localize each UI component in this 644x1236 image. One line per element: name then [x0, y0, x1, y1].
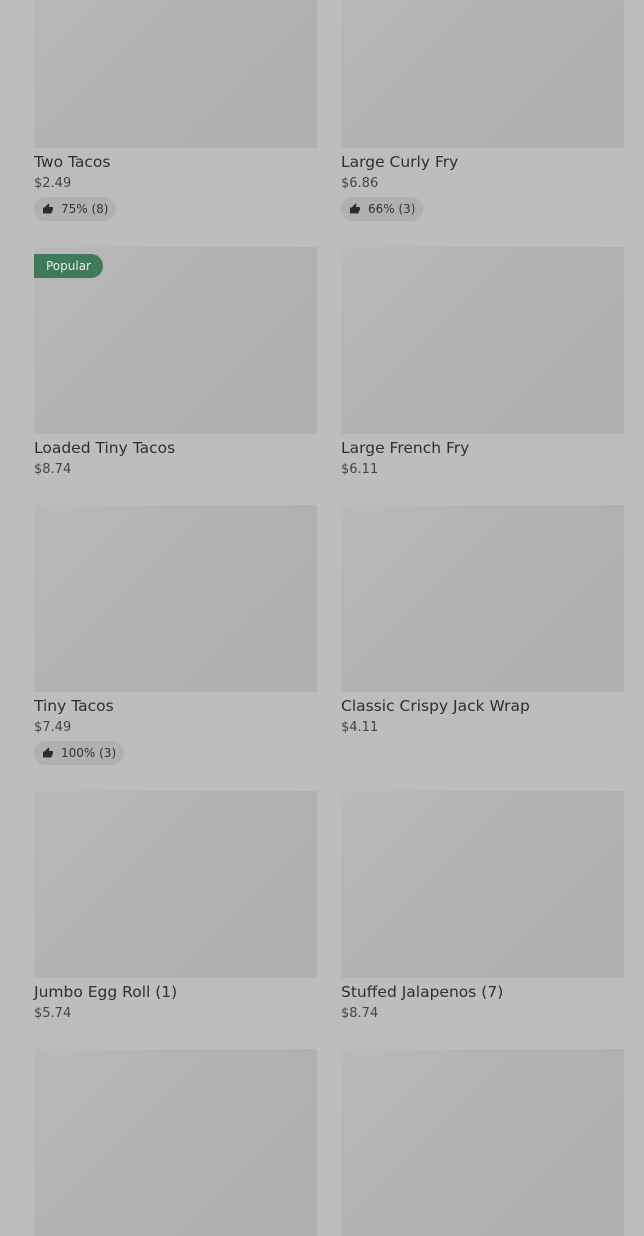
item-price: $8.74 — [341, 1006, 379, 1021]
menu-item-card[interactable]: Jumbo Egg Roll (1) $5.74 — [34, 791, 317, 1022]
item-image[interactable] — [341, 505, 624, 692]
item-image[interactable] — [341, 1049, 624, 1236]
item-name: Jumbo Egg Roll (1) — [34, 983, 178, 1001]
menu-item-card[interactable]: Large Curly Fry $6.86 66% (3) — [341, 0, 624, 221]
item-name: Stuffed Jalapenos (7) — [341, 983, 504, 1001]
rating-text: 75% (8) — [61, 202, 109, 216]
rating-text: 100% (3) — [61, 746, 117, 760]
item-image[interactable] — [341, 0, 624, 148]
item-price: $7.49 — [34, 720, 72, 735]
item-image[interactable] — [34, 0, 317, 148]
rating-pill: 75% (8) — [34, 197, 117, 221]
popular-badge: Popular — [34, 254, 103, 278]
menu-item-card[interactable] — [341, 1049, 624, 1236]
item-name: Large Curly Fry — [341, 153, 459, 171]
item-price: $6.86 — [341, 176, 379, 191]
item-image[interactable] — [34, 791, 317, 978]
item-name: Loaded Tiny Tacos — [34, 439, 176, 457]
rating-pill: 100% (3) — [34, 741, 125, 765]
menu-item-card[interactable]: Tiny Tacos $7.49 100% (3) — [34, 505, 317, 765]
thumbs-up-icon — [43, 203, 53, 214]
menu-item-card[interactable]: Stuffed Jalapenos (7) $8.74 — [341, 791, 624, 1022]
item-price: $6.11 — [341, 462, 379, 477]
item-image[interactable] — [341, 791, 624, 978]
item-image[interactable] — [34, 1049, 317, 1236]
item-price: $8.74 — [34, 462, 72, 477]
item-image[interactable] — [34, 505, 317, 692]
menu-item-card[interactable]: Large French Fry $6.11 — [341, 247, 624, 478]
item-image[interactable]: Popular — [34, 247, 317, 434]
item-name: Classic Crispy Jack Wrap — [341, 697, 530, 715]
menu-item-card[interactable] — [34, 1049, 317, 1236]
rating-text: 66% (3) — [368, 202, 416, 216]
item-price: $4.11 — [341, 720, 379, 735]
item-name: Tiny Tacos — [34, 697, 114, 715]
thumbs-up-icon — [350, 203, 360, 214]
thumbs-up-icon — [43, 747, 53, 758]
menu-item-card[interactable]: Classic Crispy Jack Wrap $4.11 — [341, 505, 624, 736]
item-price: $5.74 — [34, 1006, 72, 1021]
menu-item-card[interactable]: Two Tacos $2.49 75% (8) — [34, 0, 317, 221]
menu-item-card[interactable]: Popular Loaded Tiny Tacos $8.74 — [34, 247, 317, 478]
item-name: Two Tacos — [34, 153, 111, 171]
item-name: Large French Fry — [341, 439, 470, 457]
rating-pill: 66% (3) — [341, 197, 424, 221]
item-image[interactable] — [341, 247, 624, 434]
item-price: $2.49 — [34, 176, 72, 191]
